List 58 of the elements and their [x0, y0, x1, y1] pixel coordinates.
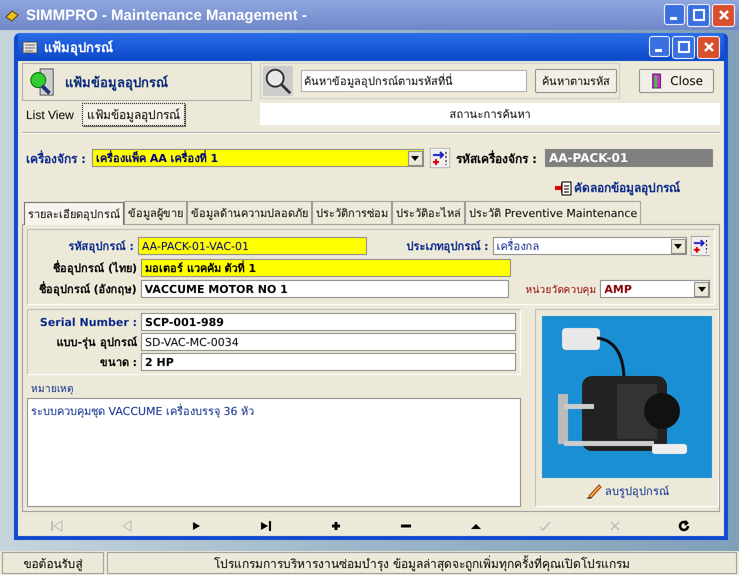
view-tab[interactable]: แฟ้มข้อมูลอุปกรณ์ — [82, 103, 185, 126]
status-text: ขอต้อนรับสู่ — [2, 552, 104, 574]
field-label: Serial Number : — [38, 316, 137, 328]
spec-field[interactable]: SD-VAC-MC-0034 — [141, 333, 516, 351]
minimize-icon — [655, 48, 662, 52]
notes-label: หมายเหตุ — [30, 383, 74, 397]
search-icon — [263, 66, 293, 96]
close-button[interactable]: Close — [639, 69, 714, 93]
field-label: แบบ-รุ่น อุปกรณ์ — [56, 335, 137, 351]
caret-icon — [674, 244, 682, 248]
copy-link[interactable]: คัดลอกข้อมูลอุปกรณ์ — [554, 178, 680, 197]
type-dropdown[interactable]: เครื่องกล — [492, 237, 687, 255]
pencil-icon — [585, 482, 603, 500]
header-title: แฟ้มข้อมูลอุปกรณ์ — [65, 74, 168, 92]
close-button[interactable] — [697, 36, 720, 58]
field-label: หน่วยวัดควบคุม — [525, 284, 596, 296]
field-label: ชื่ออุปกรณ์ (อังกฤษ) — [38, 280, 137, 298]
minimize-button[interactable] — [649, 36, 670, 56]
equipment-code-field[interactable]: AA-PACK-01-VAC-01 — [138, 237, 367, 255]
field-label: ประเภทอุปกรณ์ : — [405, 239, 489, 255]
spec-field[interactable]: SCP-001-989 — [141, 313, 516, 331]
field-label: เครื่องจักร : — [26, 149, 86, 168]
tab[interactable]: ข้อมูลด้านความปลอดภัย — [187, 201, 312, 224]
field-label: รหัสเครื่องจักร : — [456, 149, 537, 168]
tab[interactable]: รายละเอียดอุปกรณ์ — [24, 202, 124, 225]
window-title: SIMMPRO - Maintenance Management - — [26, 6, 307, 24]
search-status: สถานะการค้นหา — [260, 103, 720, 125]
tab[interactable]: ข้อมูลผู้ขาย — [124, 201, 187, 224]
copy-document-icon — [554, 178, 572, 196]
last-icon[interactable] — [259, 520, 274, 532]
tab[interactable]: ประวัติการซ่อม — [312, 201, 392, 224]
notes-field[interactable]: ระบบควบคุมชุด VACCUME เครื่องบรรจุ 36 หัว — [27, 398, 521, 507]
unit-dropdown[interactable]: AMP — [600, 280, 710, 298]
caret-icon — [411, 156, 420, 160]
search-button[interactable]: ค้นหาตามรหัส — [535, 69, 617, 93]
field-label: ชื่ออุปกรณ์ (ไทย) — [52, 259, 137, 277]
status-text: โปรแกรมการบริหารงานซ่อมบำรุง ข้อมูลล่าสุดจะถูกเพิ่มทุกครั้งที่คุณเปิดโปรแกรม — [107, 552, 737, 574]
tab[interactable]: ประวัติอะไหล่ — [392, 201, 465, 224]
maximize-button[interactable] — [687, 4, 710, 26]
field-label: รหัสอุปกรณ์ : — [68, 239, 134, 255]
add-list-icon[interactable] — [690, 236, 710, 256]
add-list-icon[interactable] — [430, 148, 450, 168]
caret-icon — [698, 286, 706, 292]
window-title: แฟ้มอุปกรณ์ — [44, 38, 113, 58]
english-name-field[interactable]: VACCUME MOTOR NO 1 — [140, 280, 510, 298]
machine-code-field: AA-PACK-01 — [544, 149, 713, 167]
thai-name-field[interactable]: มอเตอร์ แวคคัม ตัวที่ 1 — [141, 259, 511, 277]
view-tab[interactable]: List View — [22, 106, 78, 122]
tab[interactable]: ประวัติ Preventive Maintenance — [465, 201, 642, 224]
spec-field[interactable]: 2 HP — [141, 353, 516, 371]
search-field[interactable]: ค้นหาข้อมูลอุปกรณ์ตามรหัสที่นี่ — [301, 70, 527, 92]
minimize-button[interactable] — [664, 4, 685, 24]
close-button[interactable] — [712, 4, 735, 26]
machine-dropdown[interactable]: เครื่องแพ็ค AA เครื่องที่ 1 — [92, 149, 424, 167]
delete-photo-button[interactable]: ลบรูปอุปกรณ์ — [585, 482, 669, 500]
minimize-icon — [670, 16, 677, 20]
field-label: ขนาด : — [98, 355, 137, 371]
maximize-button[interactable] — [672, 36, 695, 58]
